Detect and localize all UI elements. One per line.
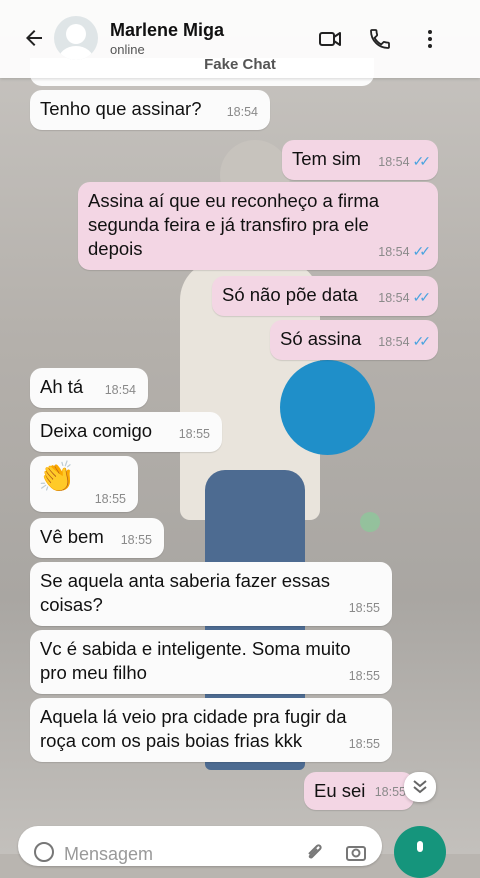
phone-icon[interactable] bbox=[368, 27, 392, 51]
avatar[interactable] bbox=[54, 16, 98, 60]
clapping-hands-emoji: 👏 bbox=[38, 461, 76, 494]
message-time: 18:55 bbox=[94, 492, 126, 506]
message-text: Ah tá bbox=[40, 376, 84, 397]
message-text: Vê bem bbox=[40, 526, 104, 547]
message-text: Só assina bbox=[280, 328, 362, 349]
chevron-down-icon bbox=[413, 780, 427, 794]
message-text: Assina aí que eu reconheço a firma segun… bbox=[88, 190, 380, 259]
message-text: Só não põe data bbox=[222, 284, 358, 305]
message-bubble[interactable]: Aquela lá veio pra cidade pra fugir da r… bbox=[30, 698, 392, 762]
message-time: 18:54 bbox=[104, 383, 136, 397]
message-time: 18:54 ✓✓ bbox=[378, 243, 432, 259]
mic-button[interactable] bbox=[394, 826, 446, 878]
message-text: Deixa comigo bbox=[40, 420, 153, 441]
message-text: Vc é sabida e inteligente. Soma muito pr… bbox=[40, 638, 351, 683]
message-input[interactable]: Mensagem bbox=[64, 844, 153, 865]
read-ticks-icon: ✓✓ bbox=[412, 243, 432, 259]
message-bubble[interactable]: Só assina 18:54 ✓✓ bbox=[270, 320, 438, 360]
message-time: 18:54 ✓✓ bbox=[378, 289, 432, 305]
message-bubble[interactable]: Assina aí que eu reconheço a firma segun… bbox=[78, 182, 438, 270]
message-time: 18:55 bbox=[348, 737, 380, 751]
message-bubble[interactable]: Tem sim 18:54 ✓✓ bbox=[282, 140, 438, 180]
message-text: Tem sim bbox=[292, 148, 361, 169]
contact-name[interactable]: Marlene Miga bbox=[110, 20, 224, 41]
message-time: 18:55 bbox=[120, 533, 152, 547]
attach-icon[interactable] bbox=[302, 840, 326, 864]
message-bubble[interactable]: Se aquela anta saberia fazer essas coisa… bbox=[30, 562, 392, 626]
more-vert-icon[interactable] bbox=[418, 27, 442, 51]
emoji-icon[interactable] bbox=[32, 840, 56, 864]
read-ticks-icon: ✓✓ bbox=[412, 153, 432, 169]
message-text: Tenho que assinar? bbox=[40, 98, 202, 119]
message-bubble[interactable]: Vê bem 18:55 bbox=[30, 518, 164, 558]
read-ticks-icon: ✓✓ bbox=[412, 289, 432, 305]
message-composer[interactable]: Mensagem bbox=[18, 826, 382, 866]
message-bubble[interactable]: Deixa comigo 18:55 bbox=[30, 412, 222, 452]
message-time: 18:54 bbox=[226, 105, 258, 119]
back-arrow-icon[interactable] bbox=[22, 26, 46, 50]
app-watermark: Fake Chat bbox=[204, 56, 276, 73]
contact-status: online bbox=[110, 42, 145, 57]
message-bubble[interactable]: Tenho que assinar? 18:54 bbox=[30, 90, 270, 130]
message-bubble[interactable]: Ah tá 18:54 bbox=[30, 368, 148, 408]
message-time: 18:55 bbox=[374, 785, 406, 799]
message-bubble[interactable]: 👏 18:55 bbox=[30, 456, 138, 512]
message-text: Se aquela anta saberia fazer essas coisa… bbox=[40, 570, 331, 615]
message-text: Eu sei bbox=[314, 780, 366, 801]
read-ticks-icon: ✓✓ bbox=[412, 333, 432, 349]
message-list[interactable]: Tenho que assinar? 18:54 Tem sim 18:54 ✓✓… bbox=[0, 0, 480, 854]
message-time: 18:55 bbox=[348, 669, 380, 683]
message-time: 18:54 ✓✓ bbox=[378, 153, 432, 169]
message-time: 18:54 ✓✓ bbox=[378, 333, 432, 349]
message-bubble[interactable]: Só não põe data 18:54 ✓✓ bbox=[212, 276, 438, 316]
message-text: Aquela lá veio pra cidade pra fugir da r… bbox=[40, 706, 347, 751]
mic-icon bbox=[417, 841, 423, 852]
scroll-to-bottom-button[interactable] bbox=[404, 772, 436, 802]
message-bubble[interactable]: Vc é sabida e inteligente. Soma muito pr… bbox=[30, 630, 392, 694]
camera-icon[interactable] bbox=[344, 840, 368, 864]
message-time: 18:55 bbox=[178, 427, 210, 441]
video-call-icon[interactable] bbox=[318, 27, 342, 51]
message-time: 18:55 bbox=[348, 601, 380, 615]
message-bubble[interactable]: Eu sei 18:55 bbox=[304, 772, 414, 810]
